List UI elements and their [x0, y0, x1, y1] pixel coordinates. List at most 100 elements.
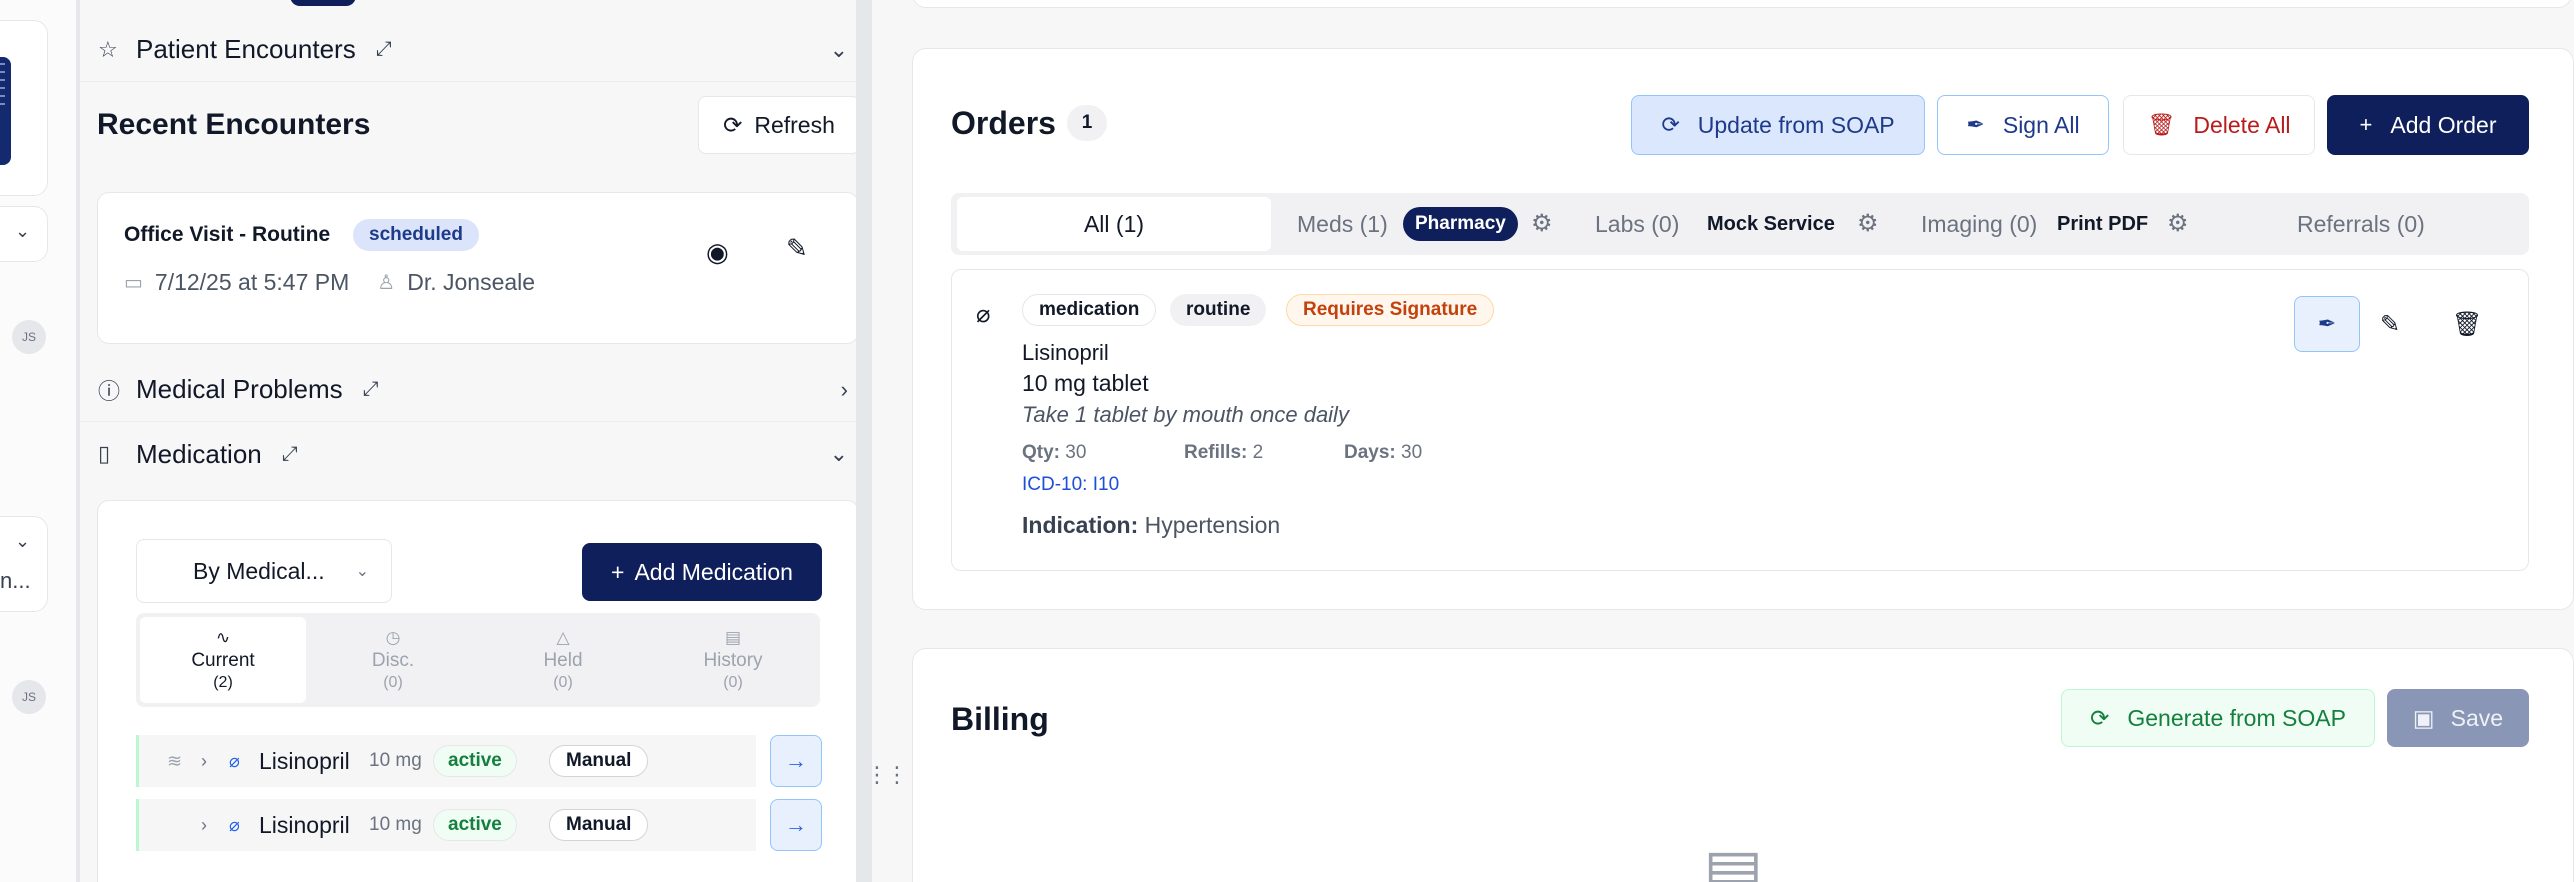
medication-row[interactable]: ≋ › ⌀ Lisinopril 10 mg active Manual	[136, 735, 756, 787]
gear-icon[interactable]: ⚙	[1531, 209, 1553, 238]
section-medical-problems[interactable]: ⓘ Medical Problems ⤢ ›	[80, 358, 856, 422]
avatar: JS	[12, 680, 46, 714]
user-icon: ♙	[377, 272, 396, 294]
chevron-down-icon: ⌄	[15, 221, 31, 241]
tab-held[interactable]: △ Held (0)	[480, 617, 646, 703]
orders-title: Orders	[951, 105, 1056, 141]
order-refills: Refills: 2	[1184, 442, 1264, 463]
tab-discontinued[interactable]: ◷ Disc. (0)	[310, 617, 476, 703]
move-to-order-button[interactable]: →	[770, 799, 822, 851]
grip-icon[interactable]: ⋮⋮	[866, 762, 908, 788]
save-button[interactable]: ▣ Save	[2387, 689, 2529, 747]
add-order-button[interactable]: + Add Order	[2327, 95, 2529, 155]
calendar-icon: ▭	[124, 272, 143, 294]
trash-icon[interactable]: 🗑	[2452, 310, 2482, 339]
alert-circle-icon: ⓘ	[98, 378, 121, 404]
billing-title: Billing	[951, 701, 1049, 737]
document-preview-card[interactable]	[0, 20, 48, 196]
sign-order-button[interactable]: ✒	[2294, 296, 2360, 352]
toggle-switch[interactable]	[290, 0, 356, 6]
source-badge: Manual	[549, 809, 649, 841]
billing-card: Billing ⟳ Generate from SOAP ▣ Save ▤	[912, 648, 2574, 882]
order-indication: Indication: Hypertension	[1022, 512, 1281, 538]
tab-all[interactable]: All (1)	[957, 197, 1271, 251]
refresh-button[interactable]: ⟳ Refresh	[698, 96, 860, 154]
truncated-label: n...	[0, 568, 31, 593]
pill-icon: ⌀	[976, 301, 991, 328]
delete-all-button[interactable]: 🗑 Delete All	[2123, 95, 2315, 155]
clock-icon: ◷	[385, 628, 401, 647]
collapsed-select-2[interactable]: ⌄	[0, 516, 48, 612]
pen-icon: ✒	[1966, 112, 1985, 137]
status-badge: active	[433, 809, 517, 841]
panel-resize-handle[interactable]	[856, 0, 872, 882]
collapsed-select[interactable]: ⌄	[0, 206, 48, 262]
order-days: Days: 30	[1344, 442, 1423, 463]
medication-name: Lisinopril	[259, 747, 350, 774]
order-item[interactable]: ⌀ medication routine Requires Signature …	[951, 269, 2529, 571]
orders-card: Orders 1 ⟳ Update from SOAP ✒ Sign All 🗑…	[912, 48, 2574, 610]
sign-all-button[interactable]: ✒ Sign All	[1937, 95, 2109, 155]
encounter-title: Office Visit - Routine	[124, 223, 331, 246]
refresh-icon: ⟳	[1661, 112, 1680, 137]
medication-row[interactable]: › ⌀ Lisinopril 10 mg active Manual	[136, 799, 756, 851]
chevron-down-icon[interactable]: ⌄	[830, 37, 848, 63]
chevron-down-icon[interactable]: ⌄	[830, 441, 848, 467]
chevron-down-icon: ⌄	[355, 563, 369, 580]
encounter-provider: Dr. Jonseale	[407, 269, 536, 295]
pill-icon: ⌀	[229, 750, 240, 771]
gear-icon[interactable]: ⚙	[2167, 209, 2189, 238]
tab-imaging[interactable]: Imaging (0)	[1921, 193, 2037, 255]
layers-icon: ≋	[167, 750, 183, 771]
medication-filter-select[interactable]: By Medical... ⌄	[136, 539, 392, 603]
edit-icon[interactable]: ✎	[786, 233, 808, 264]
warning-icon: △	[556, 628, 570, 647]
order-quantity: Qty: 30	[1022, 442, 1087, 463]
pill-bottle-icon: ▯	[98, 441, 111, 466]
expand-icon[interactable]: ⤢	[376, 38, 392, 61]
tab-labs[interactable]: Labs (0)	[1595, 193, 1679, 255]
lab-service-label[interactable]: Mock Service	[1707, 193, 1835, 255]
expand-icon[interactable]: ⤢	[363, 378, 379, 401]
chevron-right-icon[interactable]: ›	[201, 751, 207, 772]
section-title: Patient Encounters	[136, 34, 356, 64]
pen-icon: ✒	[2317, 311, 2337, 336]
pill-icon: ⌀	[229, 814, 240, 835]
medication-card: By Medical... ⌄ + Add Medication ∿ Curre…	[97, 500, 859, 882]
add-medication-button[interactable]: + Add Medication	[582, 543, 822, 601]
imaging-service-label[interactable]: Print PDF	[2057, 193, 2148, 255]
encounter-card[interactable]: Office Visit - Routine scheduled ▭ 7/12/…	[97, 192, 859, 344]
expand-icon[interactable]: ⤢	[282, 443, 298, 466]
pharmacy-badge[interactable]: Pharmacy	[1403, 207, 1518, 241]
tab-current[interactable]: ∿ Current (2)	[140, 617, 306, 703]
generate-from-soap-button[interactable]: ⟳ Generate from SOAP	[2061, 689, 2375, 747]
plus-icon: +	[2359, 112, 2373, 137]
edit-icon[interactable]: ✎	[2380, 310, 2400, 339]
update-from-soap-button[interactable]: ⟳ Update from SOAP	[1631, 95, 1925, 155]
icd-code-link[interactable]: ICD-10: I10	[1022, 474, 1119, 496]
section-medication[interactable]: ▯ Medication ⤢ ⌄	[80, 422, 856, 486]
tab-meds[interactable]: Meds (1)	[1297, 193, 1388, 255]
section-title: Medical Problems	[136, 374, 343, 404]
document-icon: ▤	[724, 628, 742, 647]
star-icon: ☆	[98, 36, 118, 62]
move-to-order-button[interactable]: →	[770, 735, 822, 787]
left-sidebar: ⌄ JS ⌄ n... JS	[0, 0, 76, 882]
medication-dose: 10 mg	[369, 750, 422, 771]
view-icon[interactable]: ◉	[706, 237, 729, 268]
medication-dose: 10 mg	[369, 814, 422, 835]
order-type-badge: medication	[1022, 294, 1157, 326]
order-dose: 10 mg tablet	[1022, 370, 1149, 396]
tab-referrals[interactable]: Referrals (0)	[2297, 193, 2425, 255]
document-icon: ▤	[1703, 836, 1764, 882]
section-patient-encounters[interactable]: ☆ Patient Encounters ⤢ ⌄	[80, 18, 856, 82]
encounter-date: 7/12/25 at 5:47 PM	[154, 269, 350, 295]
recent-encounters-title: Recent Encounters	[97, 108, 371, 141]
chevron-right-icon[interactable]: ›	[201, 815, 207, 836]
order-medication-name: Lisinopril	[1022, 340, 1109, 365]
tab-history[interactable]: ▤ History (0)	[650, 617, 816, 703]
gear-icon[interactable]: ⚙	[1857, 209, 1879, 238]
status-badge: active	[433, 745, 517, 777]
chevron-right-icon[interactable]: ›	[841, 377, 848, 403]
refresh-icon: ⟳	[723, 111, 743, 138]
